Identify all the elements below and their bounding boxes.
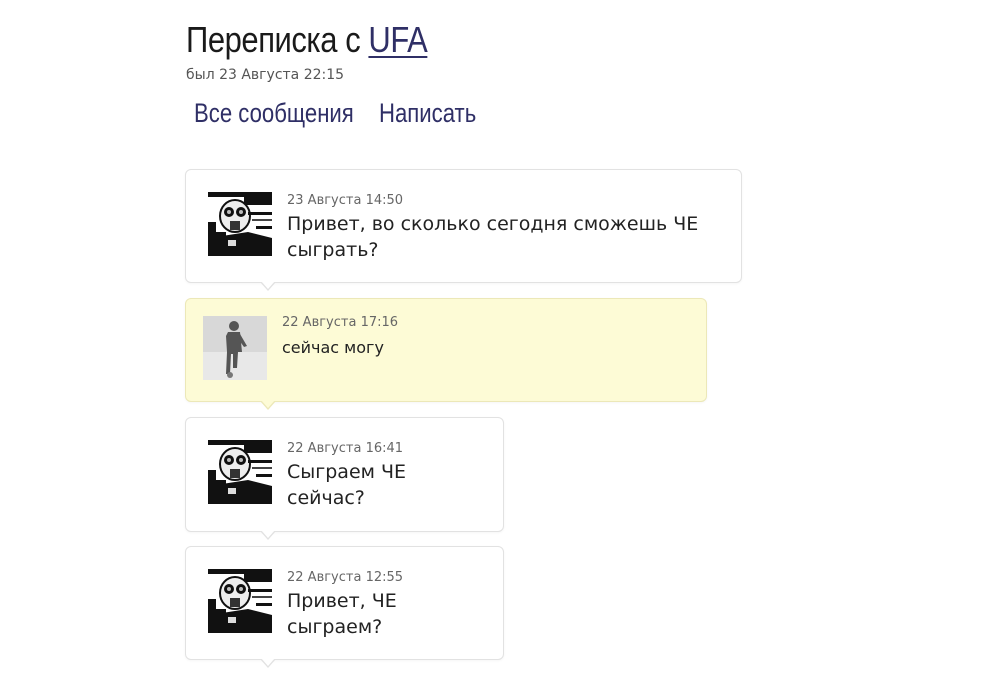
tab-write[interactable]: Написать (379, 96, 476, 130)
bubble-tail (260, 530, 276, 540)
message-item: 22 Августа 17:16 сейчас могу (185, 298, 707, 410)
message-text: Привет, ЧЕ сыграем? (287, 588, 397, 640)
conversation-tabs: Все сообщения Написать (194, 96, 476, 130)
message-text-line: сейчас? (287, 487, 365, 509)
message-text: Сыграем ЧЕ сейчас? (287, 459, 406, 511)
bubble-tail (260, 400, 276, 410)
title-prefix: Переписка с (186, 19, 361, 60)
message-text-line: сыграть? (287, 239, 379, 261)
message-date: 23 Августа 14:50 (287, 193, 404, 208)
bubble-tail (260, 281, 276, 291)
page-title: Переписка с UFA (186, 16, 428, 64)
message-text-line: Сыграем ЧЕ (287, 461, 407, 483)
gas-mask-avatar-icon[interactable] (208, 569, 272, 633)
conversation-page: Переписка с UFA был 23 Августа 22:15 Все… (0, 0, 1000, 700)
last-seen-status: был 23 Августа 22:15 (186, 67, 345, 83)
gas-mask-avatar-icon[interactable] (208, 192, 272, 256)
message-date: 22 Августа 16:41 (287, 441, 404, 456)
message-text-line: Привет, во сколько сегодня сможешь ЧЕ (287, 213, 699, 235)
message-item: 22 Августа 16:41 Сыграем ЧЕ сейчас? (185, 417, 504, 540)
gas-mask-avatar-icon[interactable] (208, 440, 272, 504)
message-text: Привет, во сколько сегодня сможешь ЧЕ сы… (287, 211, 698, 263)
message-text: сейчас могу (282, 337, 384, 359)
message-text-line: сыграем? (287, 616, 383, 638)
message-date: 22 Августа 17:16 (282, 315, 399, 330)
bubble-tail (260, 658, 276, 668)
tab-all-messages[interactable]: Все сообщения (194, 96, 354, 130)
message-text-line: Привет, ЧЕ (287, 590, 397, 612)
message-item: 22 Августа 12:55 Привет, ЧЕ сыграем? (185, 546, 504, 668)
message-date: 22 Августа 12:55 (287, 570, 404, 585)
contact-name-link[interactable]: UFA (368, 19, 427, 60)
message-item: 23 Августа 14:50 Привет, во сколько сего… (185, 169, 742, 291)
player-silhouette-avatar-icon[interactable] (203, 316, 267, 380)
message-text-line: сейчас могу (282, 338, 384, 357)
